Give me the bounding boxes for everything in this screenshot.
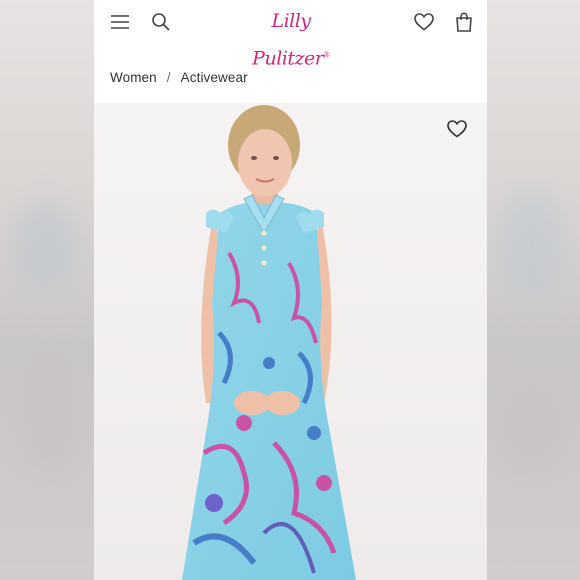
breadcrumb: Women / Activewear <box>110 70 248 85</box>
left-blurred-background <box>0 0 94 580</box>
search-icon[interactable] <box>149 10 173 34</box>
breadcrumb-item-women[interactable]: Women <box>110 70 157 85</box>
brand-logo[interactable]: Lilly Pulitzer® <box>232 4 350 69</box>
right-blurred-background <box>487 0 580 580</box>
heart-icon[interactable] <box>412 10 436 34</box>
top-navigation-bar: Lilly Pulitzer® <box>94 0 487 69</box>
breadcrumb-separator: / <box>166 70 171 85</box>
heart-outline-icon[interactable] <box>447 120 469 142</box>
mobile-page: Lilly Pulitzer® Women / Activewear <box>94 0 487 580</box>
product-photo <box>94 103 487 580</box>
shopping-bag-icon[interactable] <box>452 10 476 34</box>
menu-icon[interactable] <box>108 10 132 34</box>
breadcrumb-item-activewear[interactable]: Activewear <box>181 70 248 85</box>
product-image[interactable] <box>94 103 487 580</box>
